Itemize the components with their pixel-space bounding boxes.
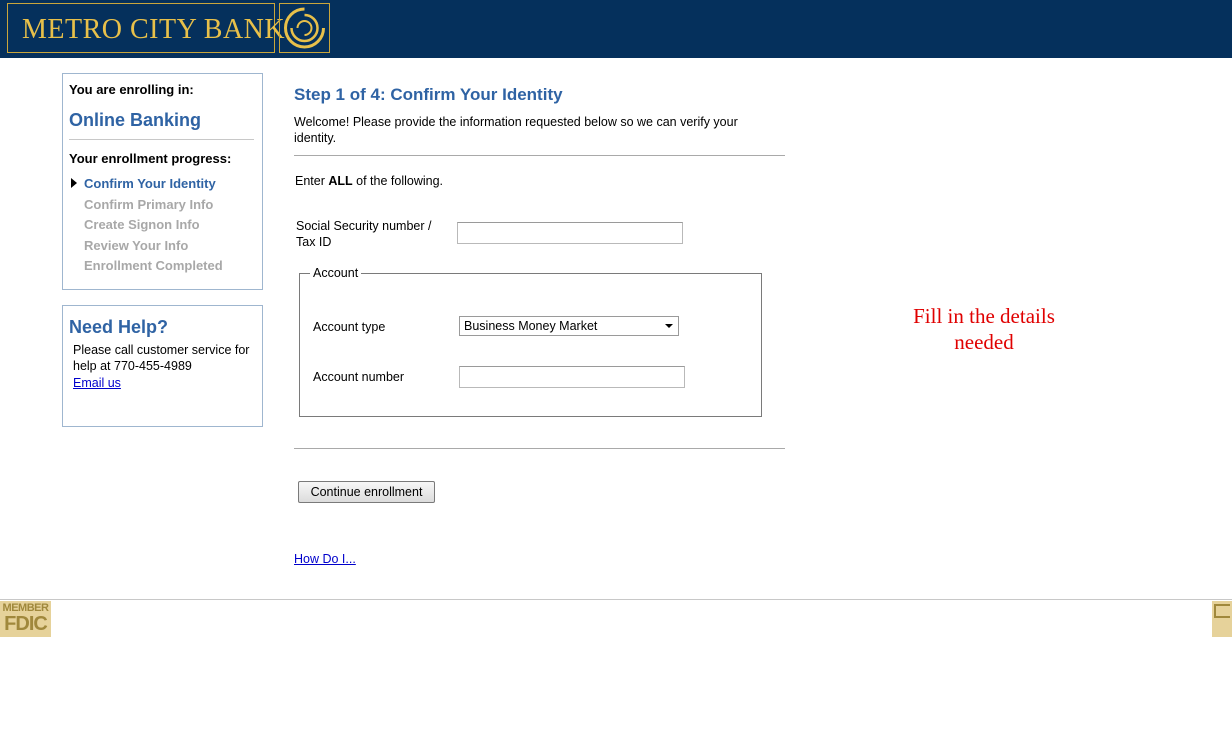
account-type-select[interactable]: Business Money Market (459, 316, 679, 336)
current-step-arrow-icon (71, 178, 77, 188)
account-type-label: Account type (313, 320, 386, 334)
fdic-text: FDIC (4, 613, 48, 635)
progress-step-enrollment-completed: Enrollment Completed (69, 258, 223, 279)
progress-step-review-info: Review Your Info (69, 238, 223, 259)
account-number-label: Account number (313, 370, 405, 384)
divider (294, 155, 785, 156)
account-legend: Account (310, 266, 362, 280)
fdic-logo: MEMBER FDIC (0, 601, 51, 637)
progress-step-confirm-identity: Confirm Your Identity (69, 176, 223, 197)
ssn-input[interactable] (457, 222, 683, 244)
instruction-text: Enter ALL of the following. (295, 174, 444, 188)
divider (69, 139, 254, 140)
step-label: Create Signon Info (84, 217, 200, 232)
dropdown-arrow-icon (665, 324, 673, 328)
help-text: Please call customer service for help at… (73, 343, 250, 373)
account-number-input[interactable] (459, 366, 685, 388)
progress-label: Your enrollment progress: (69, 151, 232, 166)
bank-name: METRO CITY BANK (22, 14, 286, 45)
site-header: METRO CITY BANK (0, 0, 1232, 58)
sun-swirl-logo-icon (279, 3, 330, 53)
footer-divider (0, 599, 1232, 600)
welcome-text: Welcome! Please provide the information … (294, 115, 738, 145)
annotation-line: Fill in the details (913, 304, 1055, 328)
progress-step-confirm-primary-info: Confirm Primary Info (69, 197, 223, 218)
account-type-value: Business Money Market (464, 319, 598, 333)
annotation-line: needed (954, 330, 1014, 354)
continue-enrollment-button[interactable]: Continue enrollment (298, 481, 435, 503)
step-label: Confirm Primary Info (84, 196, 214, 212)
step-label: Enrollment Completed (84, 258, 223, 273)
help-title: Need Help? (69, 317, 169, 337)
enrolling-product: Online Banking (69, 110, 202, 130)
page-title: Step 1 of 4: Confirm Your Identity (294, 85, 563, 104)
email-us-link[interactable]: Email us (73, 376, 121, 390)
step-label: Confirm Your Identity (84, 176, 216, 191)
step-label: Review Your Info (84, 237, 189, 253)
enrollment-panel: You are enrolling in: Online Banking You… (62, 73, 263, 290)
house-icon (1214, 604, 1230, 618)
progress-step-create-signon-info: Create Signon Info (69, 217, 223, 238)
instruction-annotation: Fill in the details needed (884, 303, 1084, 355)
divider (294, 448, 785, 449)
help-panel: Need Help? Please call customer service … (62, 305, 263, 427)
progress-steps: Confirm Your Identity Confirm Primary In… (69, 176, 223, 279)
bank-logo[interactable]: METRO CITY BANK (7, 3, 285, 53)
enrolling-label: You are enrolling in: (69, 82, 194, 97)
ssn-label: Social Security number / Tax ID (296, 219, 432, 249)
how-do-i-link[interactable]: How Do I... (294, 552, 356, 566)
account-fieldset: Account (299, 266, 762, 417)
equal-housing-lender-icon (1212, 601, 1232, 637)
